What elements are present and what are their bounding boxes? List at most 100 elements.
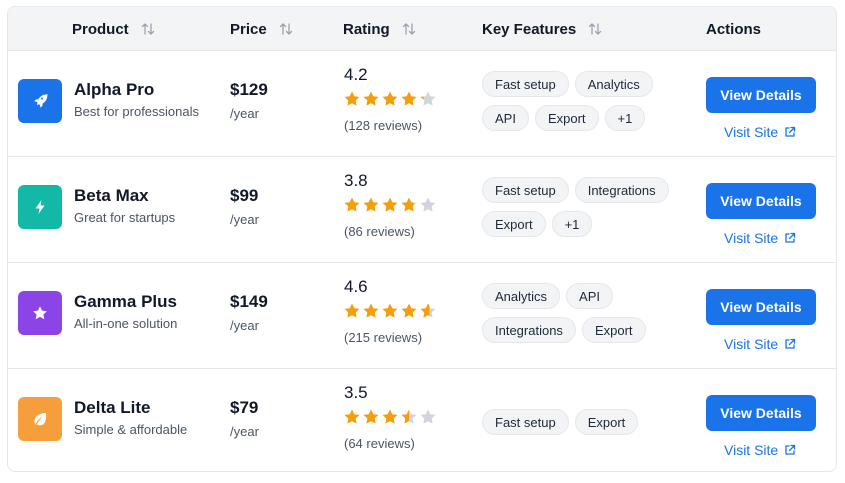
column-header-label: Price bbox=[230, 20, 267, 38]
feature-chip: API bbox=[482, 105, 529, 131]
star-icon bbox=[382, 197, 398, 212]
table-header: Product Price Rating Key Features Action… bbox=[8, 7, 836, 51]
product-tagline: Great for startups bbox=[74, 210, 176, 225]
star-icon bbox=[363, 91, 379, 106]
view-details-button[interactable]: View Details bbox=[706, 289, 816, 325]
product-name: Gamma Plus bbox=[74, 292, 177, 311]
feature-list: Analytics API Integrations Export bbox=[482, 283, 682, 343]
star-icon bbox=[382, 409, 398, 424]
price: $149 bbox=[230, 292, 268, 311]
star-rating bbox=[343, 408, 437, 426]
column-header-label: Key Features bbox=[482, 20, 577, 38]
rating-value: 3.5 bbox=[344, 383, 368, 402]
star-icon bbox=[344, 197, 360, 212]
price-period: /year bbox=[230, 318, 259, 333]
price-period: /year bbox=[230, 424, 259, 439]
feature-chip: API bbox=[566, 283, 613, 309]
column-header-actions: Actions bbox=[706, 7, 761, 51]
feature-list: Fast setup Export bbox=[482, 409, 682, 435]
product-icon bbox=[18, 397, 62, 441]
review-count: (215 reviews) bbox=[344, 330, 423, 345]
feature-chip: Export bbox=[574, 409, 639, 435]
rating-value: 4.2 bbox=[344, 65, 368, 84]
product-icon bbox=[18, 79, 62, 123]
product-name: Alpha Pro bbox=[74, 80, 155, 99]
feature-chip: Fast setup bbox=[482, 71, 569, 97]
view-details-button[interactable]: View Details bbox=[706, 395, 816, 431]
rating-value: 3.8 bbox=[344, 171, 368, 190]
star-icon bbox=[382, 91, 398, 106]
star-icon bbox=[382, 303, 398, 318]
leaf-icon bbox=[34, 413, 47, 426]
star-icon bbox=[344, 409, 360, 424]
feature-chip: +1 bbox=[604, 105, 646, 131]
product-icon bbox=[18, 185, 62, 229]
price: $99 bbox=[230, 186, 259, 205]
star-icon bbox=[344, 91, 360, 106]
star-icon bbox=[401, 409, 417, 424]
lightning-icon bbox=[35, 200, 45, 214]
feature-chip: Export bbox=[482, 211, 546, 237]
star-icon bbox=[363, 197, 379, 212]
visit-site-label: Visit Site bbox=[724, 336, 779, 352]
feature-chip: Analytics bbox=[482, 283, 561, 309]
star-icon bbox=[363, 303, 379, 318]
product-tagline: Simple & affordable bbox=[74, 422, 188, 437]
visit-site-link[interactable]: Visit Site bbox=[724, 336, 796, 352]
star-icon bbox=[420, 303, 436, 318]
star-icon bbox=[33, 306, 47, 320]
view-details-button[interactable]: View Details bbox=[706, 183, 816, 219]
column-header-price[interactable]: Price bbox=[230, 7, 293, 51]
feature-chip: Export bbox=[581, 317, 646, 343]
star-icon bbox=[420, 197, 436, 212]
feature-chip: Export bbox=[534, 105, 599, 131]
visit-site-link[interactable]: Visit Site bbox=[724, 124, 796, 140]
star-icon bbox=[401, 197, 417, 212]
feature-chip: Integrations bbox=[482, 317, 576, 343]
product-tagline: Best for professionals bbox=[74, 104, 200, 119]
price: $129 bbox=[230, 80, 268, 99]
visit-site-label: Visit Site bbox=[724, 442, 779, 458]
review-count: (86 reviews) bbox=[344, 224, 415, 239]
visit-site-link[interactable]: Visit Site bbox=[724, 230, 796, 246]
visit-site-label: Visit Site bbox=[724, 124, 779, 140]
rating-value: 4.6 bbox=[344, 277, 368, 296]
external-link-icon bbox=[785, 444, 796, 455]
product-name: Beta Max bbox=[74, 186, 149, 205]
star-icon bbox=[420, 409, 436, 424]
feature-list: Fast setup Integrations Export +1 bbox=[482, 177, 682, 237]
column-header-label: Product bbox=[72, 20, 129, 38]
sort-icon bbox=[279, 23, 292, 35]
external-link-icon bbox=[785, 338, 796, 349]
sort-icon bbox=[402, 23, 415, 35]
table-row: Beta Max Great for startups $99/year 3.8 (86… bbox=[8, 157, 836, 263]
sort-icon bbox=[589, 23, 602, 35]
feature-chip: Analytics bbox=[574, 71, 653, 97]
star-icon bbox=[344, 303, 360, 318]
star-icon bbox=[401, 303, 417, 318]
price: $79 bbox=[230, 398, 259, 417]
external-link-icon bbox=[785, 232, 796, 243]
feature-list: Fast setup Analytics API Export +1 bbox=[482, 71, 682, 131]
external-link-icon bbox=[785, 126, 796, 137]
table-row: Gamma Plus All-in-one solution $149/year 4.… bbox=[8, 263, 836, 369]
column-header-features[interactable]: Key Features bbox=[482, 7, 602, 51]
table-row: Alpha Pro Best for professionals $129/year… bbox=[8, 51, 836, 157]
sort-icon bbox=[141, 23, 154, 35]
product-icon bbox=[18, 291, 62, 335]
star-icon bbox=[420, 91, 436, 106]
price-period: /year bbox=[230, 106, 259, 121]
product-tagline: All-in-one solution bbox=[74, 316, 178, 331]
star-rating bbox=[343, 196, 437, 214]
visit-site-label: Visit Site bbox=[724, 230, 779, 246]
column-header-label: Rating bbox=[343, 20, 390, 38]
visit-site-link[interactable]: Visit Site bbox=[724, 442, 796, 458]
review-count: (64 reviews) bbox=[344, 436, 415, 451]
star-rating bbox=[343, 302, 437, 320]
view-details-button[interactable]: View Details bbox=[706, 77, 816, 113]
column-header-rating[interactable]: Rating bbox=[343, 7, 416, 51]
feature-chip: +1 bbox=[551, 211, 593, 237]
column-header-product[interactable]: Product bbox=[72, 7, 155, 51]
feature-chip: Fast setup bbox=[482, 177, 569, 203]
products-table: Product Price Rating Key Features Action… bbox=[7, 6, 837, 472]
